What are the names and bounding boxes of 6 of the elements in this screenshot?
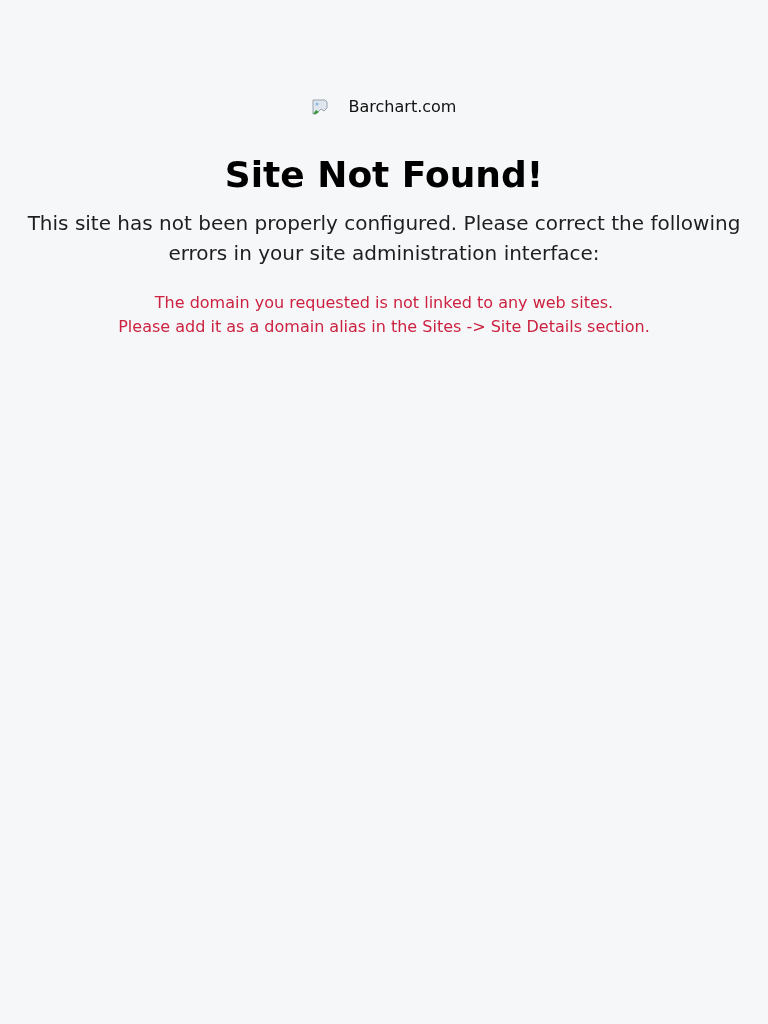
page-title: Site Not Found! [224, 153, 544, 197]
error-description: This site has not been properly configured. Please correct the following errors in your site administration interface: [26, 210, 742, 267]
error-message: The domain you requested is not linked to any web sites. [154, 292, 614, 314]
broken-image-icon [311, 99, 328, 115]
error-message: Please add it as a domain alias in the Sites -> Site Details section. [118, 316, 650, 338]
logo-alt-text: Barchart.com [348, 96, 457, 118]
